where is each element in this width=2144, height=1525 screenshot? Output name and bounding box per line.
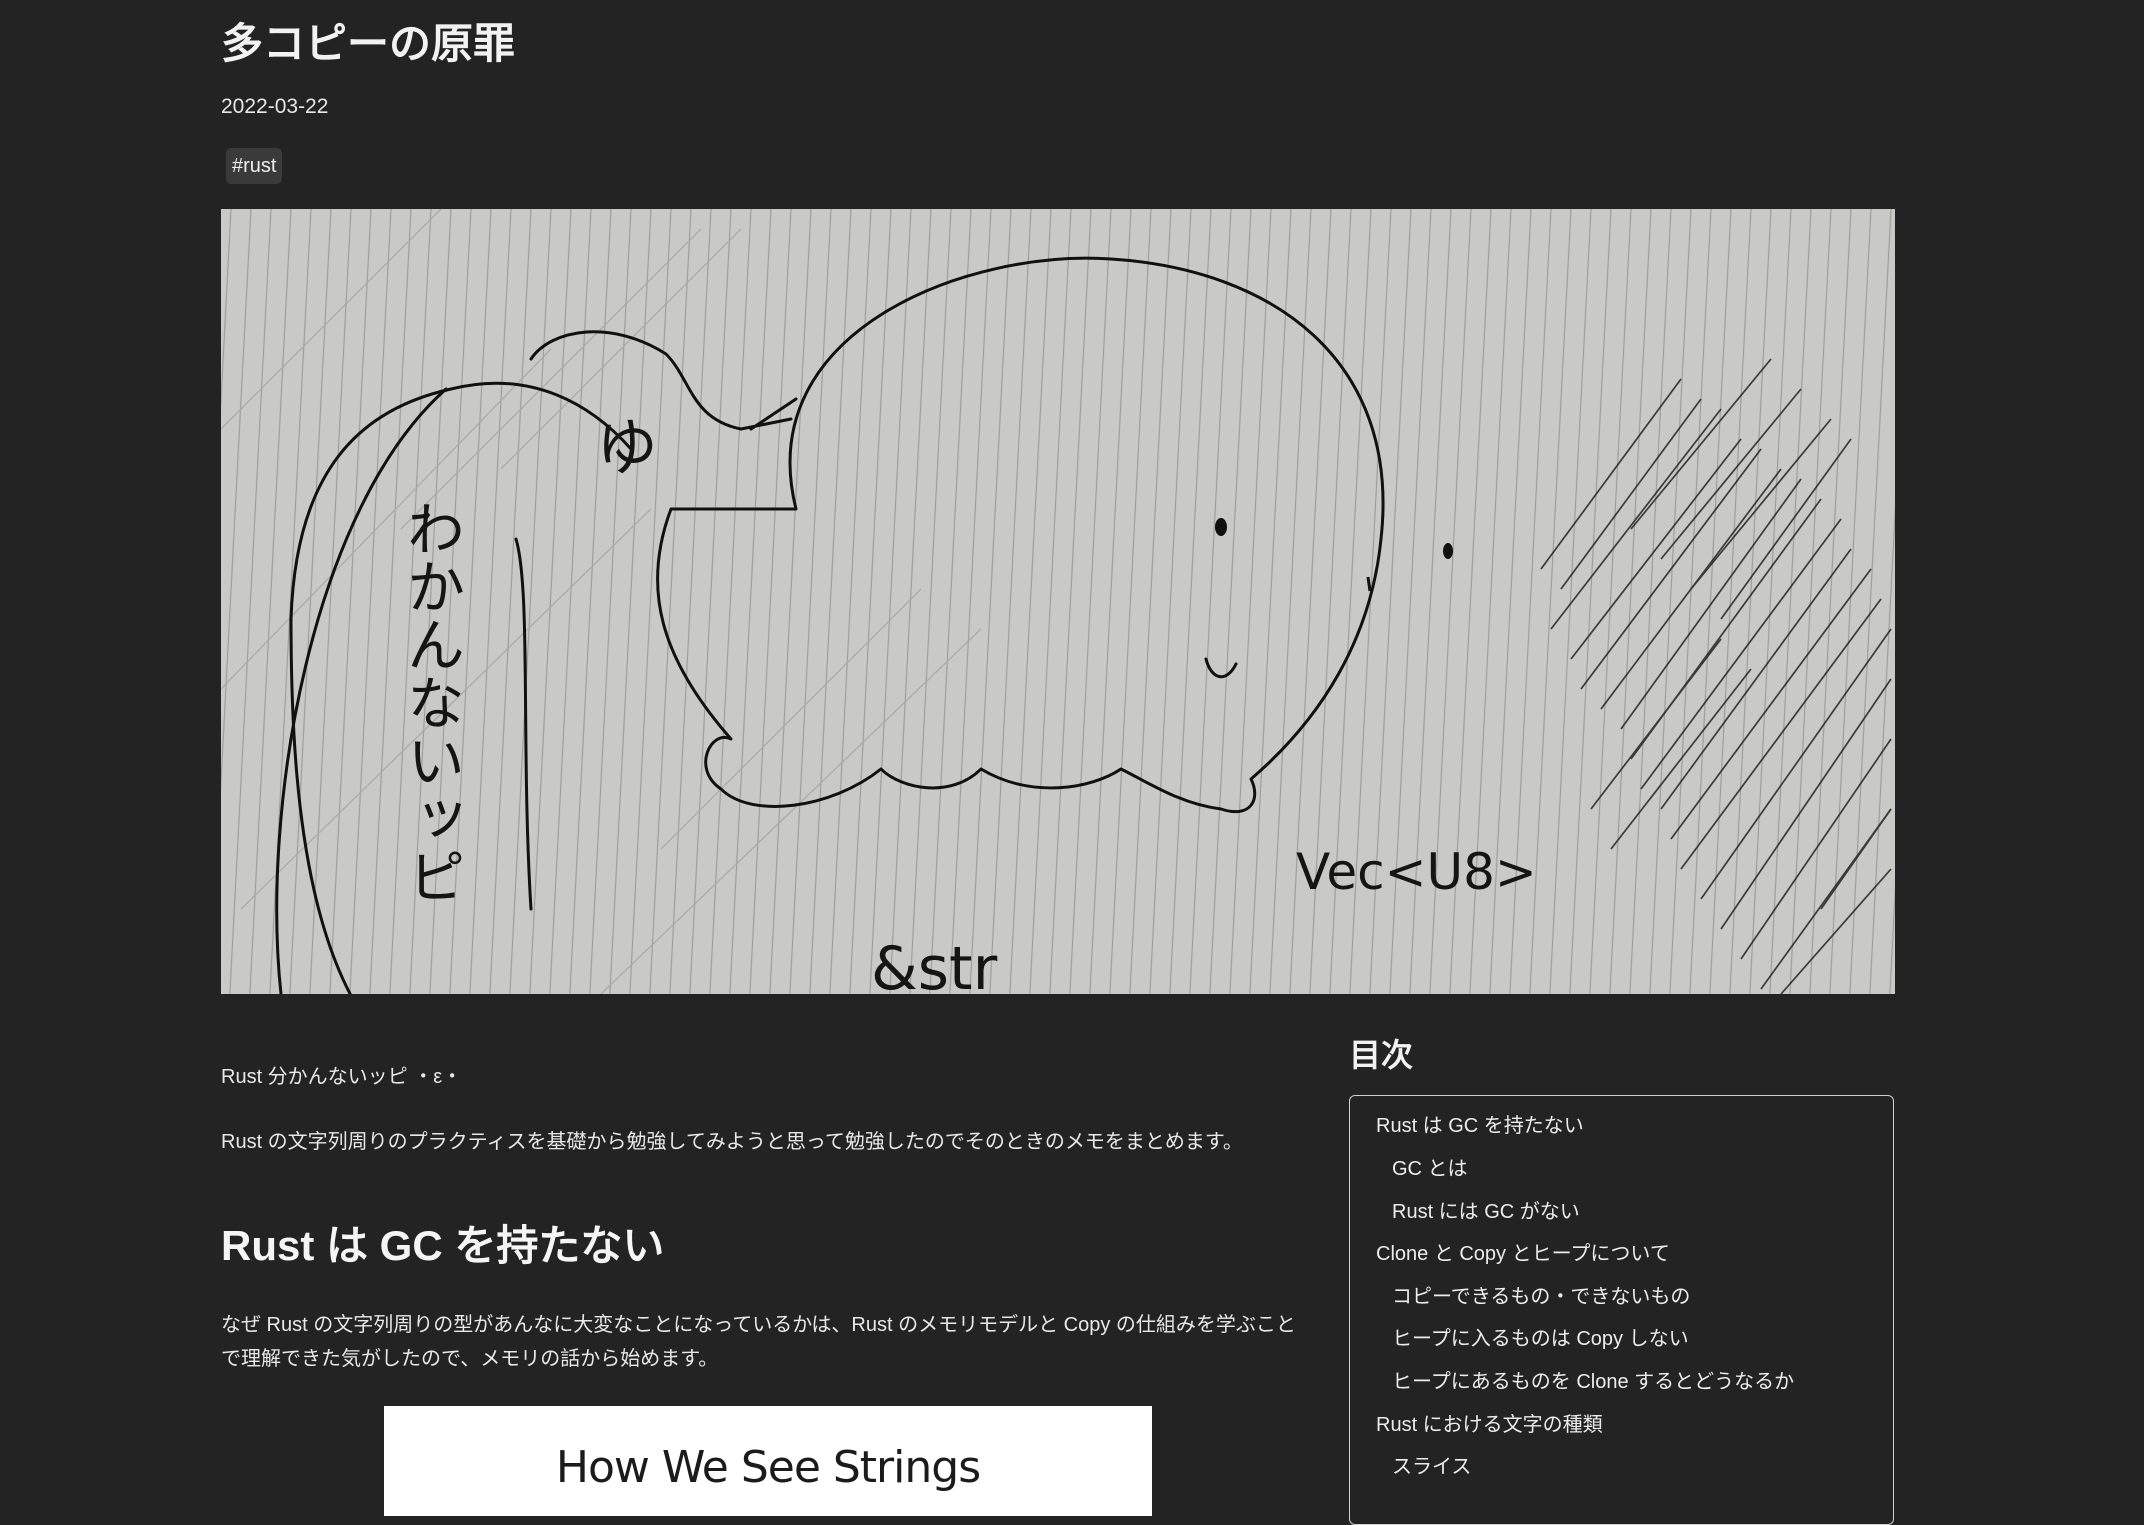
tag-rust[interactable]: #rust <box>226 148 283 184</box>
toc-item-rust-no-gc[interactable]: Rust は GC を持たない <box>1376 1113 1584 1139</box>
article-title: 多コピーの原罪 <box>221 20 516 67</box>
toc-item-heap-clone[interactable]: ヒープにあるものを Clone するとどうなるか <box>1392 1369 1794 1395</box>
toc-item-clone-copy-heap[interactable]: Clone と Copy とヒープについて <box>1376 1241 1670 1267</box>
handwriting-bubble: ゆ <box>596 411 658 484</box>
table-of-contents: Rust は GC を持たない GC とは Rust には GC がない Clo… <box>1349 1095 1894 1525</box>
article-date: 2022-03-22 <box>221 95 329 118</box>
handwriting-wakannai: わかんないッピ <box>397 499 465 905</box>
hero-image: わかんないッピ ゆ Vec<U8> &str <box>221 209 1895 994</box>
section-paragraph: なぜ Rust の文字列周りの型があんなに大変なことになっているかは、Rust … <box>221 1314 1296 1370</box>
label-str: &str <box>871 934 998 994</box>
lead-paragraph: Rust の文字列周りのプラクティスを基礎から勉強してみようと思って勉強したので… <box>221 1131 1243 1153</box>
hand-drawn-illustration: わかんないッピ ゆ Vec<U8> &str <box>221 209 1895 994</box>
section-heading: Rust は GC を持たない <box>221 1222 665 1269</box>
strings-figure: How We See Strings <box>384 1406 1152 1516</box>
toc-item-what-is-gc[interactable]: GC とは <box>1392 1156 1468 1182</box>
toc-item-slice[interactable]: スライス <box>1392 1454 1471 1480</box>
figure-caption: How We See Strings <box>555 1442 981 1493</box>
toc-item-char-types[interactable]: Rust における文字の種類 <box>1376 1412 1603 1438</box>
intro-paragraph: Rust 分かんないッピ ・ε・ <box>221 1066 463 1088</box>
toc-item-copyable[interactable]: コピーできるもの・できないもの <box>1392 1284 1690 1310</box>
toc-item-heap-no-copy[interactable]: ヒープに入るものは Copy しない <box>1392 1326 1689 1352</box>
toc-item-rust-has-no-gc[interactable]: Rust には GC がない <box>1392 1199 1580 1225</box>
toc-heading: 目次 <box>1349 1037 1414 1073</box>
label-vec: Vec<U8> <box>1296 843 1537 901</box>
